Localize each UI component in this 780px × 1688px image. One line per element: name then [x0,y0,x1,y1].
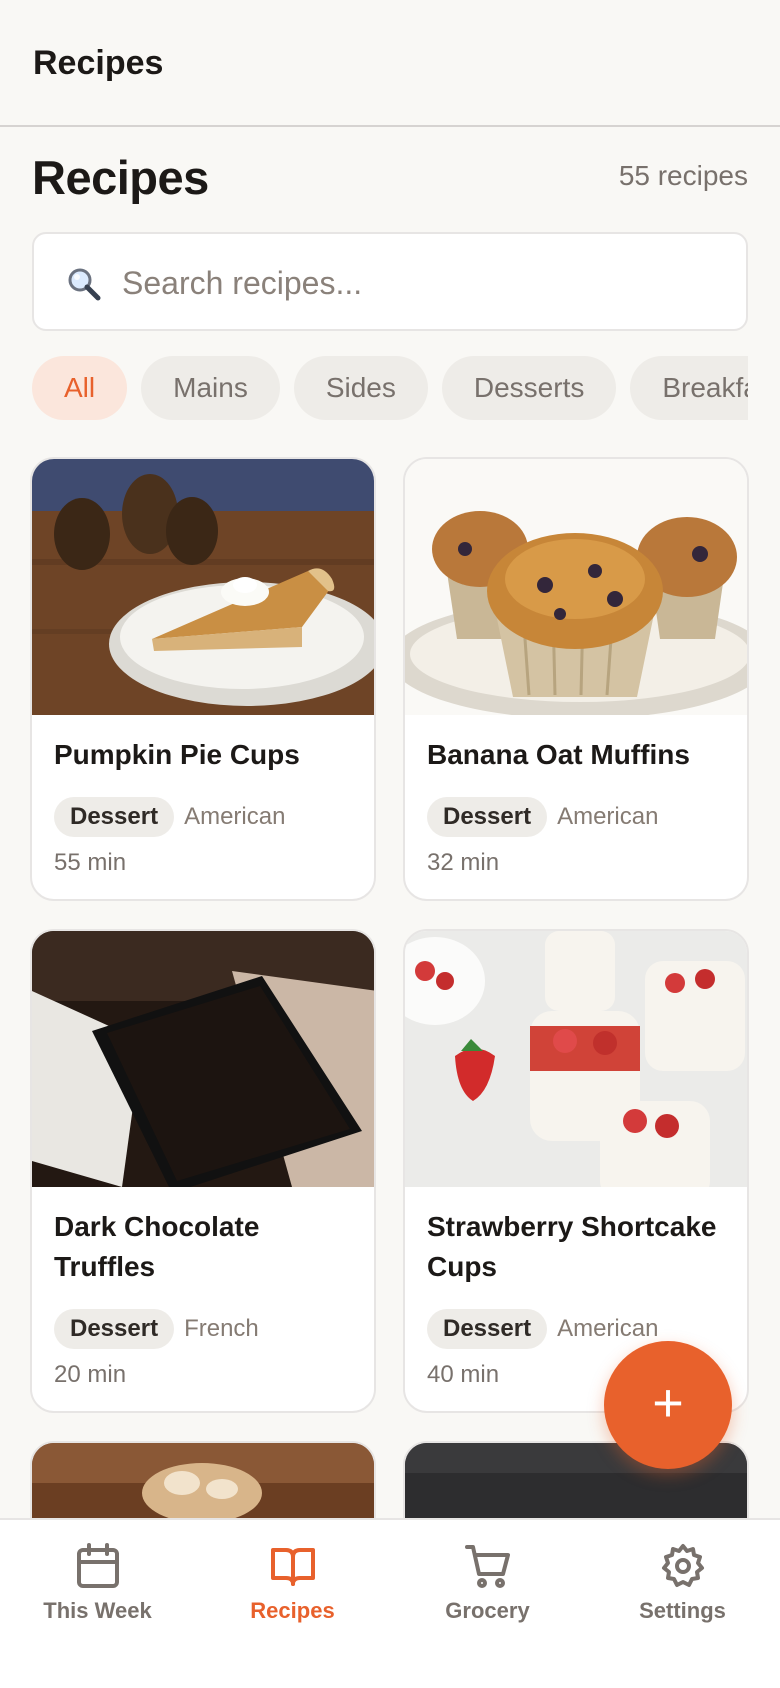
cook-time: 55 min [54,849,127,876]
book-icon [270,1542,316,1590]
gear-icon [660,1542,706,1590]
recipe-grid: Pumpkin Pie Cups Dessert American 55 min [0,0,780,1518]
recipe-meta: Dessert American [427,797,658,837]
tab-this-week[interactable]: This Week [0,1520,195,1650]
tab-label: This Week [43,1598,152,1623]
recipe-meta: Dessert French [54,1309,259,1349]
add-recipe-button[interactable]: + [604,1341,732,1469]
plus-icon: + [652,1373,684,1433]
cook-time: 32 min [427,849,500,876]
recipe-name: Pumpkin Pie Cups [54,739,300,770]
recipe-name: Strawberry Shortcake Cups [427,1211,717,1282]
tab-recipes[interactable]: Recipes [195,1520,390,1650]
recipe-card[interactable]: Banana Oat Muffins Dessert American 32 mi… [403,457,749,901]
recipe-photo [32,931,374,1187]
tab-label: Grocery [445,1598,530,1623]
cart-icon [465,1542,511,1590]
recipe-card[interactable]: Pumpkin Pie Cups Dessert American 55 min [30,457,376,901]
recipe-photo [32,459,374,715]
recipe-photo [405,459,747,715]
cuisine-label: American [557,803,659,830]
calendar-icon [75,1542,121,1590]
tab-label: Settings [639,1598,726,1623]
tab-grocery[interactable]: Grocery [390,1520,585,1650]
bottom-tab-bar: This Week Recipes Grocery Settings [0,1518,780,1688]
category-badge: Dessert [54,1309,175,1349]
recipe-card[interactable]: Dark Chocolate Truffles Dessert French 20… [30,929,376,1413]
recipe-photo [32,1443,374,1518]
category-badge: Dessert [427,1309,548,1349]
recipe-name: Dark Chocolate Truffles [54,1211,260,1282]
category-badge: Dessert [54,797,175,837]
tab-label: Recipes [250,1598,335,1623]
cook-time: 20 min [54,1361,127,1388]
recipe-photo [405,931,747,1187]
category-badge: Dessert [427,797,548,837]
cuisine-label: American [184,803,286,830]
recipe-meta: Dessert American [54,797,285,837]
recipe-card[interactable] [30,1441,376,1518]
cuisine-label: French [184,1315,259,1342]
recipe-name: Banana Oat Muffins [427,739,690,770]
cook-time: 40 min [427,1361,500,1388]
tab-settings[interactable]: Settings [585,1520,780,1650]
